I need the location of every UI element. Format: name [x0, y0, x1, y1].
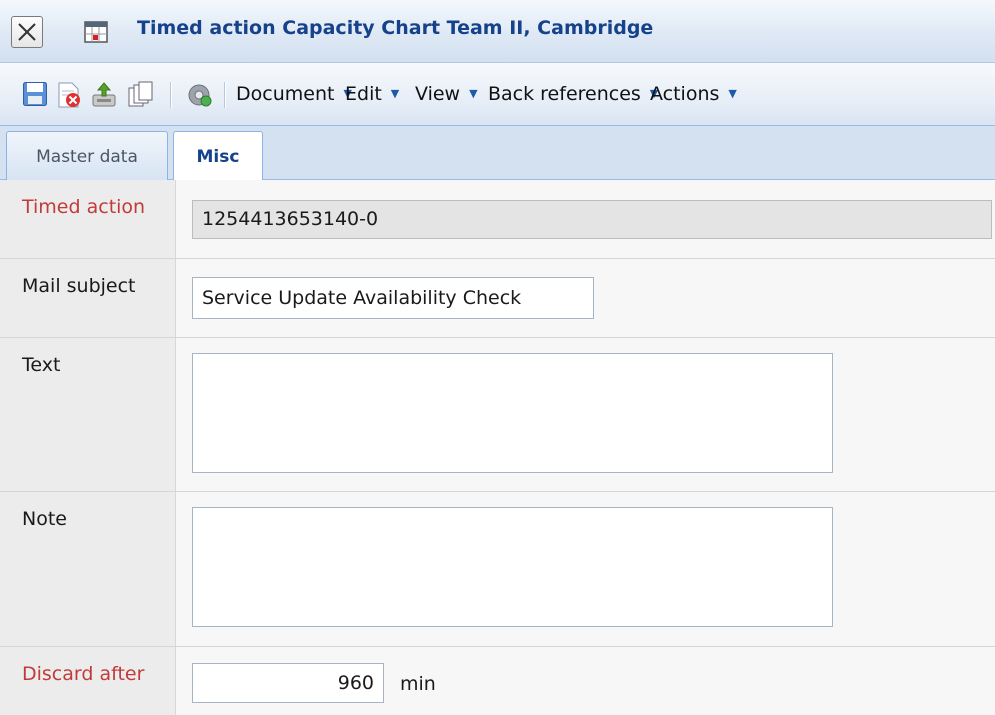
value-column: 1254413653140-0 — [176, 180, 995, 258]
close-button[interactable] — [11, 16, 43, 48]
discard-after-unit: min — [400, 673, 436, 695]
note-label: Note — [22, 508, 67, 530]
menu-document[interactable]: Document ▼ — [236, 83, 352, 105]
menu-back-references[interactable]: Back references ▼ — [488, 83, 658, 105]
mail-subject-input[interactable] — [192, 277, 594, 319]
label-column: Note — [0, 492, 176, 646]
timed-action-field: 1254413653140-0 — [192, 200, 992, 239]
chevron-down-icon: ▼ — [469, 87, 478, 100]
chevron-down-icon: ▼ — [728, 87, 737, 100]
misc-form: Timed action 1254413653140-0 Mail subjec… — [0, 180, 995, 715]
menu-back-references-label: Back references — [488, 83, 641, 105]
form-row-timed-action: Timed action 1254413653140-0 — [0, 180, 995, 259]
value-column: min — [176, 647, 995, 715]
toolbar-separator — [224, 82, 225, 108]
tab-misc[interactable]: Misc — [173, 131, 263, 181]
form-row-discard-after: Discard after min — [0, 647, 995, 715]
chevron-down-icon: ▼ — [390, 87, 400, 100]
export-icon[interactable] — [90, 81, 118, 109]
label-column: Text — [0, 338, 176, 491]
text-label: Text — [22, 354, 61, 376]
discard-after-input[interactable] — [192, 663, 384, 703]
settings-icon[interactable] — [185, 81, 213, 109]
menu-actions-label: Actions — [650, 83, 720, 105]
save-icon[interactable] — [22, 81, 48, 107]
window-title: Timed action Capacity Chart Team II, Cam… — [137, 17, 654, 39]
close-icon — [18, 23, 36, 41]
menu-actions[interactable]: Actions ▼ — [650, 83, 737, 105]
form-row-mail-subject: Mail subject — [0, 259, 995, 338]
value-column — [176, 492, 995, 646]
menu-document-label: Document — [236, 83, 335, 105]
note-textarea[interactable] — [192, 507, 833, 627]
timed-action-label: Timed action — [22, 196, 146, 218]
menu-edit-label: Edit — [345, 83, 382, 105]
mail-subject-label: Mail subject — [22, 275, 136, 297]
label-column: Discard after — [0, 647, 176, 715]
toolbar: Document ▼ Edit ▼ View ▼ Back references ▼ A… — [0, 63, 995, 126]
tab-master-data[interactable]: Master data — [6, 131, 168, 180]
copy-icon[interactable] — [126, 81, 154, 109]
menu-view-label: View — [415, 83, 461, 105]
menu-view[interactable]: View ▼ — [415, 83, 478, 105]
value-column — [176, 338, 995, 491]
label-column: Mail subject — [0, 259, 176, 337]
calendar-icon — [84, 21, 108, 43]
menu-edit[interactable]: Edit ▼ — [345, 83, 399, 105]
discard-after-label: Discard after — [22, 663, 145, 685]
toolbar-separator — [170, 82, 171, 108]
form-row-note: Note — [0, 492, 995, 647]
window-title-bar: Timed action Capacity Chart Team II, Cam… — [0, 0, 995, 63]
form-row-text: Text — [0, 338, 995, 492]
tab-bar: Master data Misc — [0, 126, 995, 181]
value-column — [176, 259, 995, 337]
delete-icon[interactable] — [55, 81, 83, 109]
text-textarea[interactable] — [192, 353, 833, 473]
label-column: Timed action — [0, 180, 176, 258]
